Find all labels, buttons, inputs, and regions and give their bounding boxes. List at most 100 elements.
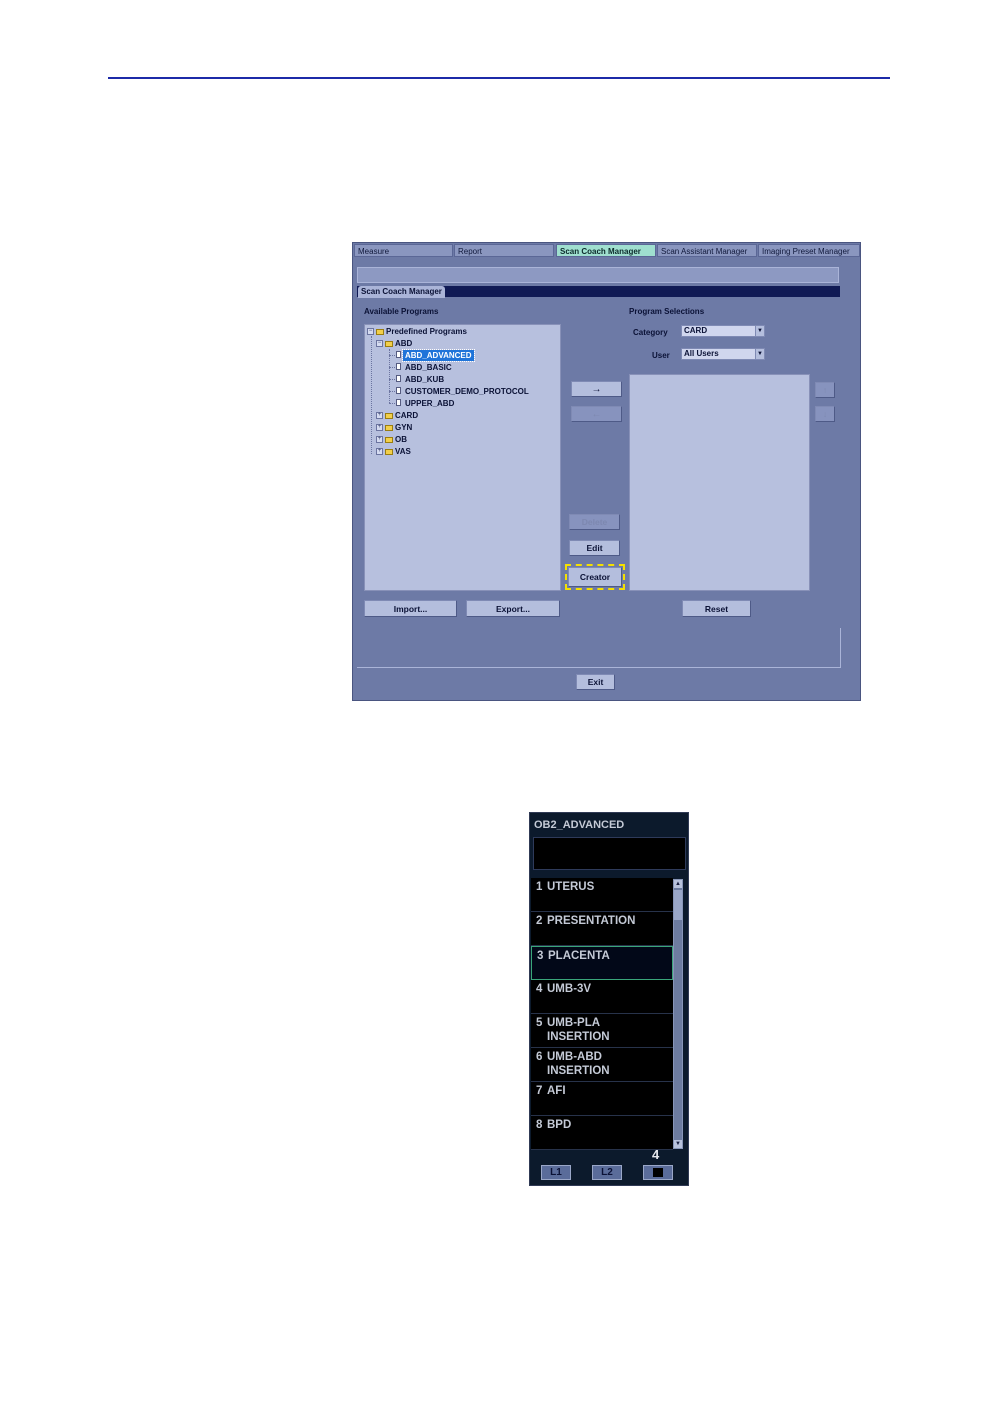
l2-button[interactable]: L2 [592, 1165, 622, 1180]
item-number: 4 [536, 983, 543, 995]
folder-icon [385, 425, 393, 431]
item-label: UMB-ABD INSERTION [547, 1051, 610, 1077]
chevron-down-icon[interactable]: ▼ [755, 349, 764, 359]
item-label: UTERUS [547, 881, 595, 893]
panel-title: OB2_ADVANCED [534, 819, 625, 831]
tab-measure[interactable]: Measure [354, 244, 453, 257]
step-list[interactable]: 1 UTERUS 2 PRESENTATION 3 PLACENTA 4 UMB-3V … [531, 878, 677, 1150]
expand-icon[interactable]: + [376, 436, 383, 443]
move-up-button[interactable]: ↑ [815, 382, 835, 398]
tree-group-card[interactable]: CARD [395, 410, 418, 421]
item-label: BPD [547, 1119, 572, 1131]
available-programs-tree[interactable]: − Predefined Programs − ABD ABD_ADVANCED… [364, 324, 561, 591]
folder-icon [376, 329, 384, 335]
collapse-icon[interactable]: − [376, 340, 383, 347]
folder-icon [385, 341, 393, 347]
tree-item-abd-advanced[interactable]: ABD_ADVANCED [402, 349, 475, 362]
tab-scan-coach-manager[interactable]: Scan Coach Manager [556, 244, 656, 257]
scan-coach-manager-window: Measure Report Scan Coach Manager Scan A… [352, 242, 861, 701]
tab-imaging-preset-manager[interactable]: Imaging Preset Manager [758, 244, 860, 257]
list-item[interactable]: 5 UMB-PLA INSERTION [531, 1014, 673, 1048]
edit-button[interactable]: Edit [569, 540, 620, 556]
list-item[interactable]: 2 PRESENTATION [531, 912, 673, 946]
reset-button[interactable]: Reset [682, 600, 751, 617]
category-value: CARD [684, 326, 708, 335]
list-item[interactable]: 1 UTERUS [531, 878, 673, 912]
category-select[interactable]: CARD ▼ [681, 325, 765, 337]
callout-number: 4 [652, 1147, 660, 1162]
item-label: AFI [547, 1085, 566, 1097]
scroll-up-icon[interactable]: ▲ [674, 880, 682, 888]
document-icon [396, 375, 401, 382]
scan-coach-panel: OB2_ADVANCED 1 UTERUS 2 PRESENTATION 3 PLAC… [529, 812, 689, 1186]
list-item[interactable]: 8 BPD [531, 1116, 673, 1150]
folder-icon [385, 413, 393, 419]
collapse-icon[interactable]: − [367, 328, 374, 335]
document-icon [396, 351, 401, 358]
user-select[interactable]: All Users ▼ [681, 348, 765, 360]
tree-group-abd[interactable]: ABD [395, 338, 412, 349]
panel-title: Scan Coach Manager [358, 286, 445, 298]
document-icon [396, 363, 401, 370]
export-button[interactable]: Export... [466, 600, 560, 617]
tree-connector [371, 336, 372, 454]
item-number: 3 [537, 950, 544, 962]
move-down-button[interactable]: ↓ [815, 406, 835, 422]
tree-item-customer-demo-protocol[interactable]: CUSTOMER_DEMO_PROTOCOL [405, 386, 529, 397]
item-number: 8 [536, 1119, 543, 1131]
page-header-rule [108, 77, 890, 79]
tree-item-upper-abd[interactable]: UPPER_ABD [405, 398, 454, 409]
message-area [357, 628, 841, 668]
folder-icon [385, 449, 393, 455]
arrow-right-icon: → [591, 383, 602, 395]
arrow-up-icon: ↑ [822, 385, 828, 395]
user-label: User [652, 351, 670, 360]
program-selections-list[interactable] [629, 374, 810, 591]
available-programs-label: Available Programs [364, 307, 439, 316]
scroll-thumb[interactable] [674, 890, 682, 920]
list-item[interactable]: 7 AFI [531, 1082, 673, 1116]
tab-report[interactable]: Report [454, 244, 554, 257]
item-label: PLACENTA [548, 950, 610, 962]
remove-program-button[interactable]: ← [571, 406, 622, 422]
exit-button[interactable]: Exit [576, 674, 615, 690]
tree-connector [389, 355, 395, 356]
expand-icon[interactable]: + [376, 412, 383, 419]
item-number: 2 [536, 915, 543, 927]
document-icon [396, 387, 401, 394]
stop-icon [653, 1168, 663, 1177]
user-value: All Users [684, 349, 719, 358]
category-label: Category [633, 328, 668, 337]
chevron-down-icon[interactable]: ▼ [755, 326, 764, 336]
tree-group-vas[interactable]: VAS [395, 446, 411, 457]
tree-root-predefined-programs[interactable]: Predefined Programs [386, 326, 467, 337]
tree-connector [389, 349, 390, 403]
tree-item-abd-basic[interactable]: ABD_BASIC [405, 362, 452, 373]
arrow-left-icon: ← [591, 408, 602, 420]
scrollbar[interactable]: ▲ ▼ [673, 879, 683, 1149]
creator-button[interactable]: Creator [565, 564, 625, 590]
add-program-button[interactable]: → [571, 381, 622, 397]
tree-connector [389, 379, 395, 380]
tree-item-abd-kub[interactable]: ABD_KUB [405, 374, 444, 385]
list-item-selected[interactable]: 3 PLACENTA [531, 946, 673, 980]
item-label: UMB-PLA INSERTION [547, 1017, 610, 1043]
tab-scan-assistant-manager[interactable]: Scan Assistant Manager [657, 244, 757, 257]
expand-icon[interactable]: + [376, 448, 383, 455]
l1-button[interactable]: L1 [541, 1165, 571, 1180]
expand-icon[interactable]: + [376, 424, 383, 431]
item-number: 6 [536, 1051, 543, 1063]
stop-button[interactable] [643, 1165, 673, 1180]
tab-bar: Measure Report Scan Coach Manager Scan A… [353, 243, 860, 258]
arrow-down-icon: ↓ [822, 409, 828, 419]
scroll-down-icon[interactable]: ▼ [674, 1140, 682, 1148]
tree-group-ob[interactable]: OB [395, 434, 407, 445]
item-number: 1 [536, 881, 543, 893]
program-selections-label: Program Selections [629, 307, 705, 316]
import-button[interactable]: Import... [364, 600, 457, 617]
folder-icon [385, 437, 393, 443]
list-item[interactable]: 6 UMB-ABD INSERTION [531, 1048, 673, 1082]
list-item[interactable]: 4 UMB-3V [531, 980, 673, 1014]
tree-group-gyn[interactable]: GYN [395, 422, 412, 433]
delete-button[interactable]: Delete [569, 514, 620, 530]
